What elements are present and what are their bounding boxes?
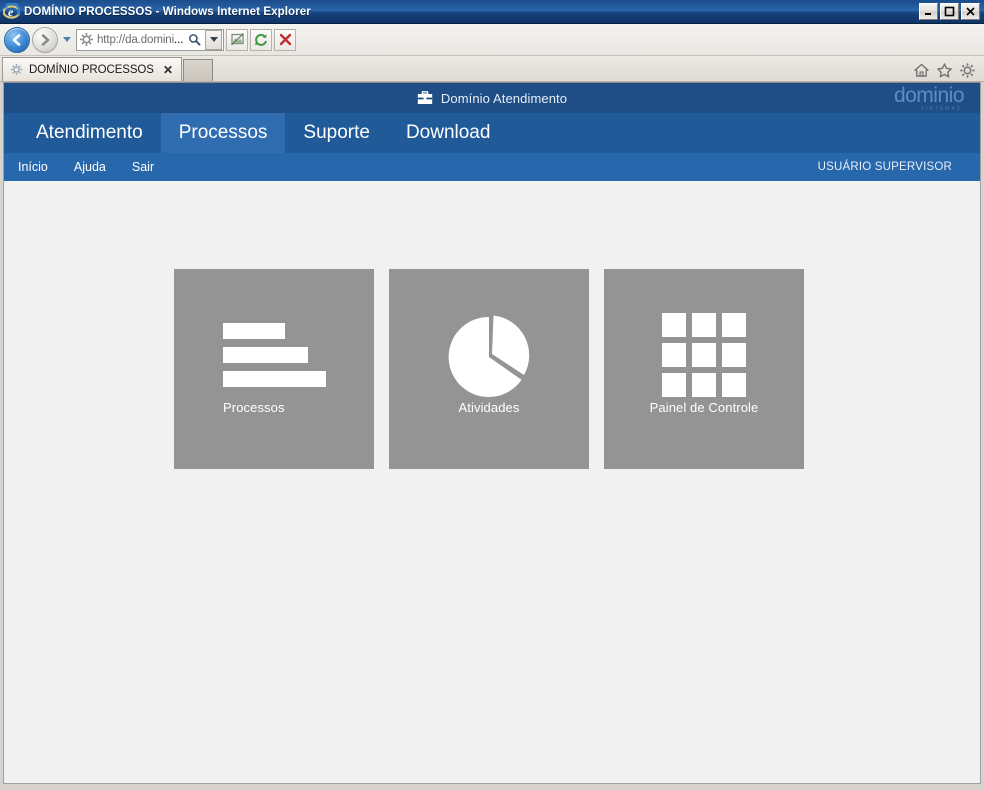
grid-icon (604, 305, 804, 405)
pie-chart-icon (389, 305, 589, 405)
new-tab-button[interactable] (183, 59, 213, 81)
grid-cell (722, 373, 746, 397)
grid-cell (722, 313, 746, 337)
window-titlebar: e DOMÍNIO PROCESSOS - Windows Internet E… (0, 0, 984, 24)
refresh-button[interactable] (250, 28, 273, 51)
internet-explorer-icon: e (3, 3, 20, 20)
gear-icon (79, 32, 94, 47)
internet-explorer-window: e DOMÍNIO PROCESSOS - Windows Internet E… (0, 0, 984, 790)
tile-grid: Processos Atividades Painel de Controle (4, 181, 980, 469)
chevron-down-icon (209, 37, 218, 42)
app-title: Domínio Atendimento (440, 90, 568, 106)
address-bar[interactable]: http://da.domini... (76, 28, 225, 51)
search-icon[interactable] (186, 30, 202, 50)
app-sub-nav: Início Ajuda Sair USUÁRIO SUPERVISOR (4, 153, 980, 181)
toolbar-right-icons (913, 62, 984, 81)
grid-cell (662, 343, 686, 367)
brand-name: dominio (893, 83, 965, 107)
svg-text:e: e (8, 5, 14, 19)
grid-cell (692, 373, 716, 397)
tile-processos[interactable]: Processos (174, 269, 374, 469)
tab-title: DOMÍNIO PROCESSOS (29, 63, 154, 76)
page-viewport: Domínio Atendimento dominio SISTEMAS Ate… (3, 82, 981, 784)
dominio-logo: dominio SISTEMAS (893, 83, 965, 112)
maximize-button[interactable] (940, 3, 959, 20)
grid-cell (722, 343, 746, 367)
window-controls (919, 3, 982, 20)
tile-label-painel-de-controle: Painel de Controle (649, 400, 759, 415)
tile-label-processos: Processos (223, 400, 285, 415)
gear-icon (10, 63, 23, 76)
app-topbar: Domínio Atendimento dominio SISTEMAS (4, 83, 980, 113)
window-title: DOMÍNIO PROCESSOS - Windows Internet Exp… (24, 5, 311, 18)
address-input[interactable]: http://da.domini... (97, 34, 183, 46)
nav-item-processos[interactable]: Processos (160, 113, 286, 153)
minimize-button[interactable] (919, 3, 938, 20)
address-ellipsis: ... (174, 33, 184, 46)
bar-chart-bar (223, 347, 308, 363)
forward-button[interactable] (32, 26, 58, 53)
grid-cell (662, 373, 686, 397)
grid-cell (692, 343, 716, 367)
app-main-nav: Atendimento Processos Suporte Download (4, 113, 980, 153)
back-button[interactable] (4, 26, 30, 53)
favorites-star-icon[interactable] (936, 62, 953, 79)
nav-item-download[interactable]: Download (388, 113, 509, 153)
home-icon[interactable] (913, 62, 930, 79)
tools-gear-icon[interactable] (959, 62, 976, 79)
chevron-down-icon (63, 37, 71, 42)
subnav-item-ajuda[interactable]: Ajuda (74, 160, 120, 174)
compatibility-view-button[interactable] (226, 28, 249, 51)
tab-strip: DOMÍNIO PROCESSOS ✕ (0, 56, 984, 82)
nav-item-atendimento[interactable]: Atendimento (18, 113, 161, 153)
close-button[interactable] (961, 3, 980, 20)
recent-pages-button[interactable] (60, 27, 74, 53)
current-user-label: USUÁRIO SUPERVISOR (817, 161, 952, 173)
tile-atividades[interactable]: Atividades (389, 269, 589, 469)
briefcase-icon (417, 91, 433, 105)
tile-label-atividades: Atividades (458, 400, 520, 415)
grid-cell (692, 313, 716, 337)
tile-painel-de-controle[interactable]: Painel de Controle (604, 269, 804, 469)
browser-toolbar: http://da.domini... (0, 24, 984, 56)
brand-subtitle: SISTEMAS (920, 105, 962, 112)
nav-item-suporte[interactable]: Suporte (285, 113, 388, 153)
app-topbar-center: Domínio Atendimento (4, 91, 980, 106)
subnav-item-inicio[interactable]: Início (18, 160, 62, 174)
bar-chart-bar (223, 323, 285, 339)
address-url-text: http://da.domini (97, 33, 175, 46)
tab-dominio-processos[interactable]: DOMÍNIO PROCESSOS ✕ (2, 57, 182, 81)
bar-chart-bar (223, 371, 326, 387)
subnav-item-sair[interactable]: Sair (132, 160, 168, 174)
stop-button[interactable] (274, 28, 297, 51)
bar-chart-icon (174, 305, 374, 405)
grid-cell (662, 313, 686, 337)
address-dropdown-button[interactable] (205, 29, 223, 50)
close-icon[interactable]: ✕ (161, 64, 175, 76)
